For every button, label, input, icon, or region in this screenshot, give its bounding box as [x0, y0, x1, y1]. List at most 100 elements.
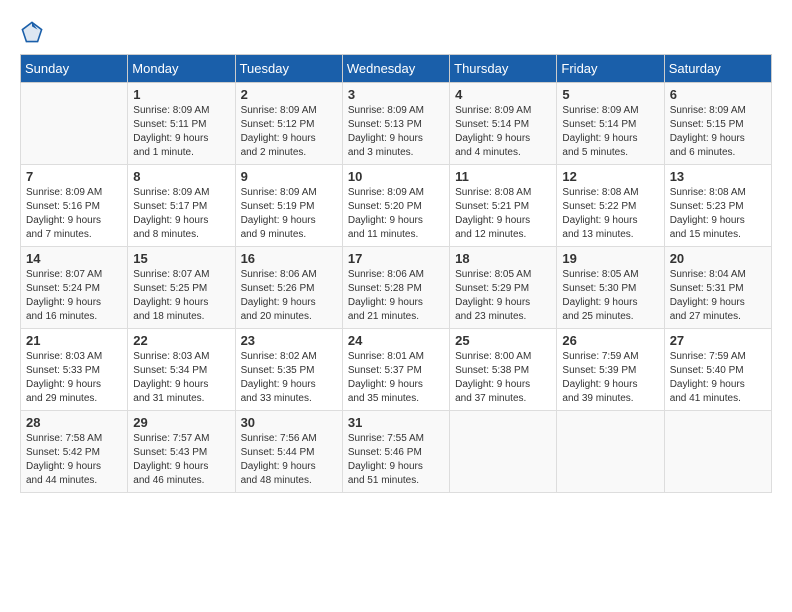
calendar-cell [557, 411, 664, 493]
weekday-header-tuesday: Tuesday [235, 55, 342, 83]
calendar-cell: 8 Sunrise: 8:09 AM Sunset: 5:17 PM Daylig… [128, 165, 235, 247]
logo-icon [20, 20, 44, 44]
calendar-table: SundayMondayTuesdayWednesdayThursdayFrid… [20, 54, 772, 493]
day-number: 3 [348, 87, 444, 102]
day-number: 21 [26, 333, 122, 348]
day-info: Sunrise: 8:09 AM Sunset: 5:17 PM Dayligh… [133, 186, 229, 242]
calendar-week-row: 14 Sunrise: 8:07 AM Sunset: 5:24 PM Dayli… [21, 247, 772, 329]
calendar-cell: 26 Sunrise: 7:59 AM Sunset: 5:39 PM Dayli… [557, 329, 664, 411]
calendar-week-row: 28 Sunrise: 7:58 AM Sunset: 5:42 PM Dayli… [21, 411, 772, 493]
calendar-cell: 11 Sunrise: 8:08 AM Sunset: 5:21 PM Dayli… [450, 165, 557, 247]
day-number: 5 [562, 87, 658, 102]
calendar-cell: 6Sunrise: 8:09 AM Sunset: 5:15 PM Daylig… [664, 83, 771, 165]
day-number: 20 [670, 251, 766, 266]
calendar-cell: 10Sunrise: 8:09 AM Sunset: 5:20 PM Dayli… [342, 165, 449, 247]
day-number: 31 [348, 415, 444, 430]
calendar-cell: 17 Sunrise: 8:06 AM Sunset: 5:28 PM Dayli… [342, 247, 449, 329]
day-number: 1 [133, 87, 229, 102]
calendar-cell: 21 Sunrise: 8:03 AM Sunset: 5:33 PM Dayli… [21, 329, 128, 411]
calendar-cell: 9Sunrise: 8:09 AM Sunset: 5:19 PM Daylig… [235, 165, 342, 247]
day-number: 26 [562, 333, 658, 348]
day-info: Sunrise: 8:09 AM Sunset: 5:13 PM Dayligh… [348, 104, 444, 160]
calendar-cell: 18 Sunrise: 8:05 AM Sunset: 5:29 PM Dayli… [450, 247, 557, 329]
calendar-cell: 7 Sunrise: 8:09 AM Sunset: 5:16 PM Daylig… [21, 165, 128, 247]
day-info: Sunrise: 8:09 AM Sunset: 5:14 PM Dayligh… [455, 104, 551, 160]
day-info: Sunrise: 8:08 AM Sunset: 5:21 PM Dayligh… [455, 186, 551, 242]
calendar-cell: 13 Sunrise: 8:08 AM Sunset: 5:23 PM Dayli… [664, 165, 771, 247]
calendar-cell: 20Sunrise: 8:04 AM Sunset: 5:31 PM Dayli… [664, 247, 771, 329]
day-number: 7 [26, 169, 122, 184]
day-number: 9 [241, 169, 337, 184]
calendar-week-row: 21 Sunrise: 8:03 AM Sunset: 5:33 PM Dayli… [21, 329, 772, 411]
calendar-cell: 1 Sunrise: 8:09 AM Sunset: 5:11 PM Daylig… [128, 83, 235, 165]
day-number: 14 [26, 251, 122, 266]
logo [20, 20, 48, 44]
day-number: 16 [241, 251, 337, 266]
day-info: Sunrise: 8:09 AM Sunset: 5:20 PM Dayligh… [348, 186, 444, 242]
day-number: 30 [241, 415, 337, 430]
day-number: 11 [455, 169, 551, 184]
day-number: 19 [562, 251, 658, 266]
day-info: Sunrise: 8:09 AM Sunset: 5:14 PM Dayligh… [562, 104, 658, 160]
calendar-cell: 31 Sunrise: 7:55 AM Sunset: 5:46 PM Dayli… [342, 411, 449, 493]
calendar-cell: 19Sunrise: 8:05 AM Sunset: 5:30 PM Dayli… [557, 247, 664, 329]
calendar-cell: 29 Sunrise: 7:57 AM Sunset: 5:43 PM Dayli… [128, 411, 235, 493]
calendar-cell: 5 Sunrise: 8:09 AM Sunset: 5:14 PM Daylig… [557, 83, 664, 165]
calendar-cell: 22Sunrise: 8:03 AM Sunset: 5:34 PM Dayli… [128, 329, 235, 411]
calendar-cell: 2Sunrise: 8:09 AM Sunset: 5:12 PM Daylig… [235, 83, 342, 165]
day-info: Sunrise: 7:59 AM Sunset: 5:40 PM Dayligh… [670, 350, 766, 406]
day-number: 18 [455, 251, 551, 266]
day-info: Sunrise: 8:02 AM Sunset: 5:35 PM Dayligh… [241, 350, 337, 406]
day-number: 6 [670, 87, 766, 102]
weekday-header-sunday: Sunday [21, 55, 128, 83]
day-number: 8 [133, 169, 229, 184]
day-number: 13 [670, 169, 766, 184]
calendar-cell [664, 411, 771, 493]
day-number: 29 [133, 415, 229, 430]
day-info: Sunrise: 8:08 AM Sunset: 5:23 PM Dayligh… [670, 186, 766, 242]
day-number: 12 [562, 169, 658, 184]
weekday-header-wednesday: Wednesday [342, 55, 449, 83]
calendar-cell: 16Sunrise: 8:06 AM Sunset: 5:26 PM Dayli… [235, 247, 342, 329]
day-number: 2 [241, 87, 337, 102]
calendar-cell [450, 411, 557, 493]
day-info: Sunrise: 8:05 AM Sunset: 5:29 PM Dayligh… [455, 268, 551, 324]
day-info: Sunrise: 8:08 AM Sunset: 5:22 PM Dayligh… [562, 186, 658, 242]
day-info: Sunrise: 7:56 AM Sunset: 5:44 PM Dayligh… [241, 432, 337, 488]
day-number: 24 [348, 333, 444, 348]
calendar-cell: 23 Sunrise: 8:02 AM Sunset: 5:35 PM Dayli… [235, 329, 342, 411]
calendar-week-row: 1 Sunrise: 8:09 AM Sunset: 5:11 PM Daylig… [21, 83, 772, 165]
day-info: Sunrise: 8:01 AM Sunset: 5:37 PM Dayligh… [348, 350, 444, 406]
day-info: Sunrise: 7:57 AM Sunset: 5:43 PM Dayligh… [133, 432, 229, 488]
calendar-week-row: 7 Sunrise: 8:09 AM Sunset: 5:16 PM Daylig… [21, 165, 772, 247]
weekday-header-thursday: Thursday [450, 55, 557, 83]
day-number: 17 [348, 251, 444, 266]
calendar-cell: 27Sunrise: 7:59 AM Sunset: 5:40 PM Dayli… [664, 329, 771, 411]
calendar-cell: 28 Sunrise: 7:58 AM Sunset: 5:42 PM Dayli… [21, 411, 128, 493]
calendar-cell: 3 Sunrise: 8:09 AM Sunset: 5:13 PM Daylig… [342, 83, 449, 165]
calendar-cell [21, 83, 128, 165]
day-info: Sunrise: 7:59 AM Sunset: 5:39 PM Dayligh… [562, 350, 658, 406]
calendar-cell: 12 Sunrise: 8:08 AM Sunset: 5:22 PM Dayli… [557, 165, 664, 247]
day-number: 25 [455, 333, 551, 348]
calendar-cell: 4 Sunrise: 8:09 AM Sunset: 5:14 PM Daylig… [450, 83, 557, 165]
day-info: Sunrise: 7:58 AM Sunset: 5:42 PM Dayligh… [26, 432, 122, 488]
calendar-cell: 14 Sunrise: 8:07 AM Sunset: 5:24 PM Dayli… [21, 247, 128, 329]
day-number: 23 [241, 333, 337, 348]
day-info: Sunrise: 8:06 AM Sunset: 5:28 PM Dayligh… [348, 268, 444, 324]
day-info: Sunrise: 8:09 AM Sunset: 5:16 PM Dayligh… [26, 186, 122, 242]
calendar-cell: 25 Sunrise: 8:00 AM Sunset: 5:38 PM Dayli… [450, 329, 557, 411]
calendar-cell: 30 Sunrise: 7:56 AM Sunset: 5:44 PM Dayli… [235, 411, 342, 493]
day-info: Sunrise: 8:09 AM Sunset: 5:11 PM Dayligh… [133, 104, 229, 160]
day-info: Sunrise: 8:07 AM Sunset: 5:25 PM Dayligh… [133, 268, 229, 324]
calendar-cell: 24 Sunrise: 8:01 AM Sunset: 5:37 PM Dayli… [342, 329, 449, 411]
day-info: Sunrise: 8:00 AM Sunset: 5:38 PM Dayligh… [455, 350, 551, 406]
day-info: Sunrise: 8:07 AM Sunset: 5:24 PM Dayligh… [26, 268, 122, 324]
weekday-header-row: SundayMondayTuesdayWednesdayThursdayFrid… [21, 55, 772, 83]
day-number: 4 [455, 87, 551, 102]
day-info: Sunrise: 8:03 AM Sunset: 5:33 PM Dayligh… [26, 350, 122, 406]
day-number: 28 [26, 415, 122, 430]
day-info: Sunrise: 8:03 AM Sunset: 5:34 PM Dayligh… [133, 350, 229, 406]
weekday-header-saturday: Saturday [664, 55, 771, 83]
day-info: Sunrise: 7:55 AM Sunset: 5:46 PM Dayligh… [348, 432, 444, 488]
